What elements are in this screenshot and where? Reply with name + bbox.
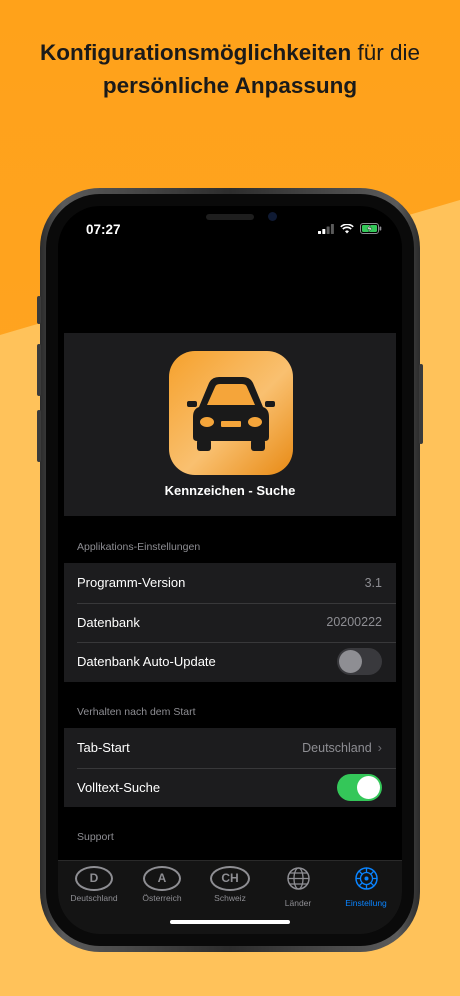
tab-schweiz[interactable]: CH Schweiz — [196, 866, 264, 903]
status-icons — [318, 223, 382, 234]
section-title-app-settings: Applikations-Einstellungen — [77, 541, 201, 553]
phone-frame: 07:27 Kennzeichen - Suche Applikations-E… — [37, 188, 423, 952]
tab-oesterreich[interactable]: A Österreich — [128, 866, 196, 903]
section-title-support: Support — [77, 831, 114, 843]
row-database-auto-update: Datenbank Auto-Update — [64, 642, 396, 682]
country-badge-a: A — [143, 866, 181, 891]
volume-down-button — [37, 410, 41, 462]
tab-laender[interactable]: Länder — [264, 866, 332, 908]
tab-einstellung[interactable]: Einstellung — [332, 866, 400, 908]
phone-screen: 07:27 Kennzeichen - Suche Applikations-E… — [58, 206, 402, 934]
toggle-knob — [339, 650, 362, 674]
promo-headline: Konfigurationsmöglichkeiten für die pers… — [0, 36, 460, 102]
volume-up-button — [37, 344, 41, 396]
section-title-start-behavior: Verhalten nach dem Start — [77, 706, 196, 718]
row-database: Datenbank 20200222 — [64, 602, 396, 643]
battery-charging-icon — [360, 223, 382, 234]
row-program-version: Programm-Version 3.1 — [64, 563, 396, 603]
app-header-card: Kennzeichen - Suche — [64, 333, 396, 516]
row-fulltext-search: Volltext-Suche — [64, 767, 396, 808]
speaker-grille — [206, 214, 254, 220]
wifi-icon — [340, 223, 354, 233]
tab-label: Deutschland — [70, 893, 118, 903]
signal-icon — [318, 223, 334, 234]
tab-deutschland[interactable]: D Deutschland — [60, 866, 128, 903]
settings-group-app: Programm-Version 3.1 Datenbank 20200222 … — [64, 563, 396, 682]
front-camera — [268, 212, 277, 221]
row-value: 20200222 — [326, 615, 382, 630]
row-label: Tab-Start — [77, 740, 130, 756]
row-label: Volltext-Suche — [77, 779, 161, 795]
power-button — [419, 364, 423, 444]
country-badge-ch: CH — [210, 866, 250, 891]
country-badge-d: D — [75, 866, 113, 891]
car-icon — [187, 377, 275, 451]
silent-switch — [37, 296, 41, 324]
row-label: Datenbank Auto-Update — [77, 654, 216, 670]
tab-label: Österreich — [142, 893, 182, 903]
fulltext-search-toggle[interactable] — [337, 773, 382, 801]
headline-light: für die — [357, 40, 421, 65]
gear-icon — [354, 867, 378, 890]
toggle-knob — [357, 775, 380, 799]
headline-bold-2: persönliche Anpassung — [102, 73, 358, 98]
tab-label: Länder — [284, 898, 312, 908]
home-indicator[interactable] — [170, 920, 290, 924]
row-tab-start[interactable]: Tab-Start Deutschland › — [64, 728, 396, 768]
auto-update-toggle[interactable] — [337, 648, 382, 676]
chevron-right-icon: › — [377, 740, 382, 756]
row-label: Programm-Version — [77, 575, 186, 591]
headline-bold-1: Konfigurationsmöglichkeiten — [39, 40, 352, 65]
status-time: 07:27 — [86, 222, 121, 237]
settings-group-start: Tab-Start Deutschland › Volltext-Suche — [64, 728, 396, 807]
row-value: Deutschland — [302, 740, 372, 755]
tab-label: Einstellung — [345, 898, 387, 908]
row-value: 3.1 — [364, 575, 382, 590]
app-logo — [169, 351, 293, 475]
tab-label: Schweiz — [214, 893, 246, 903]
globe-icon — [286, 867, 310, 890]
app-name: Kennzeichen - Suche — [164, 483, 296, 498]
row-label: Datenbank — [77, 614, 140, 630]
